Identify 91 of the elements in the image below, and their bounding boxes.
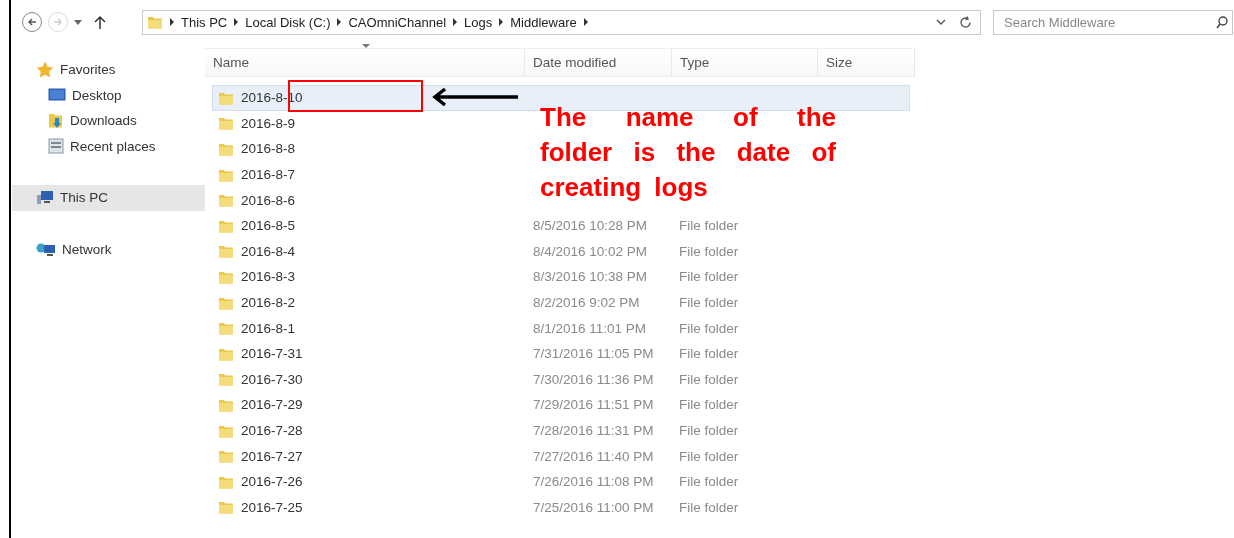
file-name: 2016-7-29 bbox=[241, 397, 303, 413]
breadcrumb[interactable]: CAOmniChannel bbox=[348, 14, 447, 30]
sort-caret-icon bbox=[362, 44, 370, 48]
type-cell: File folder bbox=[679, 320, 739, 336]
date-cell: 7/31/2016 11:05 PM bbox=[533, 346, 654, 362]
date-cell: 8/4/2016 10:02 PM bbox=[533, 243, 648, 259]
breadcrumb[interactable]: This PC bbox=[181, 14, 228, 30]
type-cell: File folder bbox=[679, 371, 739, 387]
up-arrow-icon[interactable] bbox=[94, 15, 106, 29]
breadcrumb[interactable]: Local Disk (C:) bbox=[245, 14, 331, 30]
file-name: 2016-7-27 bbox=[241, 448, 303, 464]
folder-icon bbox=[218, 116, 234, 131]
address-bar[interactable]: This PC Local Disk (C:) CAOmniChannel Logs Middleware bbox=[142, 9, 981, 35]
column-header[interactable]: Date modified bbox=[533, 55, 617, 70]
type-cell: File folder bbox=[679, 397, 739, 413]
breadcrumb[interactable]: Middleware bbox=[510, 14, 577, 30]
type-cell: File folder bbox=[679, 218, 739, 234]
file-name: 2016-8-2 bbox=[241, 295, 296, 311]
folder-icon bbox=[218, 269, 234, 284]
date-cell: 7/28/2016 11:31 PM bbox=[533, 423, 654, 438]
folder-icon bbox=[218, 474, 234, 489]
sidebar-item[interactable]: Network bbox=[12, 236, 205, 262]
folder-icon bbox=[218, 193, 234, 208]
folder-icon bbox=[218, 244, 234, 259]
date-cell: 8/3/2016 10:38 PM bbox=[533, 269, 648, 285]
arrow-right-icon bbox=[53, 17, 63, 27]
type-cell: File folder bbox=[679, 423, 739, 438]
caret-icon[interactable] bbox=[74, 19, 82, 25]
file-name: 2016-7-28 bbox=[241, 423, 303, 438]
file-name: 2016-7-25 bbox=[241, 499, 303, 515]
folder-icon bbox=[147, 14, 163, 30]
back-button[interactable] bbox=[22, 12, 42, 32]
date-cell: 7/26/2016 11:08 PM bbox=[533, 474, 654, 490]
breadcrumb[interactable]: Logs bbox=[464, 14, 493, 30]
folder-icon bbox=[218, 449, 234, 464]
monitor-icon bbox=[48, 88, 66, 103]
file-name: 2016-8-4 bbox=[241, 243, 296, 259]
folder-icon bbox=[218, 321, 234, 336]
sidebar-item[interactable]: Favorites bbox=[12, 57, 205, 83]
sidebar-item[interactable]: This PC bbox=[12, 185, 205, 211]
file-name: 2016-7-26 bbox=[241, 474, 303, 490]
column-header[interactable]: Name bbox=[213, 55, 249, 70]
date-cell: 7/29/2016 11:51 PM bbox=[533, 397, 654, 413]
date-cell: 7/27/2016 11:40 PM bbox=[533, 448, 654, 464]
column-header[interactable]: Size bbox=[826, 55, 853, 70]
date-cell: 7/30/2016 11:36 PM bbox=[533, 371, 654, 387]
sidebar-item[interactable]: Recent places bbox=[12, 133, 205, 159]
date-cell: 8/5/2016 10:28 PM bbox=[533, 218, 648, 234]
sidebar-item[interactable]: Downloads bbox=[12, 108, 205, 134]
refresh-icon[interactable] bbox=[959, 15, 972, 29]
folder-icon bbox=[218, 346, 234, 361]
file-name: 2016-8-5 bbox=[241, 218, 296, 234]
file-name: 2016-8-1 bbox=[241, 320, 296, 336]
type-cell: File folder bbox=[679, 295, 739, 311]
type-cell: File folder bbox=[679, 243, 739, 259]
type-cell: File folder bbox=[679, 346, 739, 362]
type-cell: File folder bbox=[679, 499, 739, 515]
search-icon bbox=[1216, 15, 1228, 29]
network-icon bbox=[36, 241, 56, 257]
computer-icon bbox=[36, 189, 54, 206]
type-cell: File folder bbox=[679, 474, 739, 490]
date-cell: 8/1/2016 11:01 PM bbox=[533, 320, 647, 336]
file-name: 2016-8-7 bbox=[241, 167, 296, 183]
file-name: 2016-7-30 bbox=[241, 371, 303, 387]
sidebar-item[interactable]: Desktop bbox=[12, 82, 205, 108]
folder-icon bbox=[218, 397, 234, 412]
folder-icon bbox=[218, 295, 234, 310]
recent-places-icon bbox=[48, 138, 64, 155]
folder-icon bbox=[218, 142, 234, 156]
folder-icon bbox=[218, 500, 234, 515]
folder-icon bbox=[218, 167, 234, 182]
file-name: 2016-8-8 bbox=[241, 141, 296, 157]
folder-download-icon bbox=[48, 112, 64, 130]
file-name: 2016-8-9 bbox=[241, 115, 296, 131]
chevron-down-icon[interactable] bbox=[936, 18, 946, 26]
date-cell: 8/2/2016 9:02 PM bbox=[533, 295, 640, 311]
type-cell: File folder bbox=[679, 269, 739, 285]
column-header[interactable]: Type bbox=[680, 55, 710, 70]
file-name: 2016-8-6 bbox=[241, 192, 296, 208]
arrow-left-icon bbox=[27, 17, 37, 27]
arrow-icon bbox=[432, 87, 518, 107]
folder-icon bbox=[218, 372, 234, 387]
star-icon bbox=[36, 61, 54, 79]
search-field[interactable]: Search Middleware bbox=[993, 9, 1233, 35]
date-cell: 7/25/2016 11:00 PM bbox=[533, 499, 654, 515]
type-cell: File folder bbox=[679, 448, 739, 464]
folder-icon bbox=[218, 218, 234, 233]
folder-icon bbox=[218, 423, 234, 438]
file-name: 2016-7-31 bbox=[241, 346, 303, 362]
file-name: 2016-8-3 bbox=[241, 269, 296, 285]
folder-icon bbox=[218, 90, 234, 105]
